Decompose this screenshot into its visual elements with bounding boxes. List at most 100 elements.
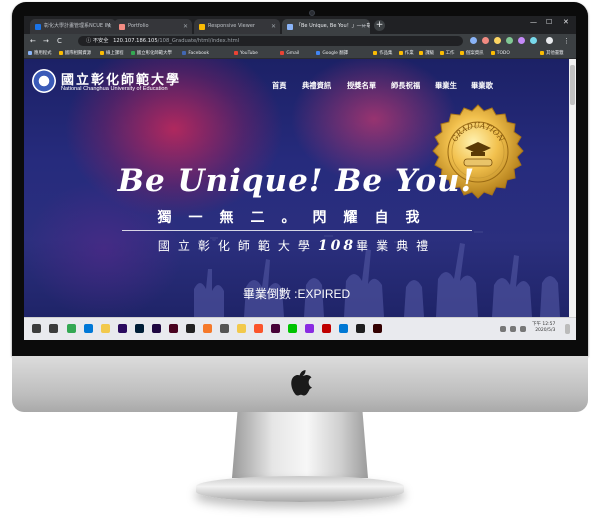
- tab-favicon-icon: [199, 24, 205, 30]
- imac-mockup: 「Be Unique, Be You！」——彰 ✕ Responsive Viewe…: [0, 0, 600, 518]
- extension-icon[interactable]: [506, 37, 513, 44]
- notification-icon[interactable]: [565, 324, 570, 334]
- nav-award-list[interactable]: 授獎名單: [347, 81, 376, 91]
- scrollbar-thumb[interactable]: [570, 65, 575, 105]
- page-scrollbar[interactable]: [569, 59, 576, 317]
- photoshop-icon[interactable]: [135, 324, 144, 333]
- monitor-stand: [232, 412, 368, 478]
- blender-icon[interactable]: [203, 324, 212, 333]
- profile-avatar[interactable]: [546, 37, 553, 44]
- maximize-button[interactable]: ☐: [546, 18, 552, 26]
- store-icon[interactable]: [220, 324, 229, 333]
- ceremony-suffix: 畢業典禮: [356, 239, 437, 253]
- edge-icon[interactable]: [84, 324, 93, 333]
- bookmark-item[interactable]: YouTube: [234, 49, 258, 58]
- new-tab-button[interactable]: +: [374, 20, 385, 31]
- close-tab-icon[interactable]: ✕: [271, 19, 276, 34]
- nav-graduation-song[interactable]: 畢業歌: [471, 81, 493, 91]
- minimize-button[interactable]: —: [530, 18, 537, 26]
- bookmark-item[interactable]: 作品集: [373, 49, 392, 58]
- graduation-countdown: 畢業倒數 :EXPIRED: [242, 287, 351, 301]
- line-icon[interactable]: [288, 324, 297, 333]
- bookmark-item[interactable]: 個案資訊: [460, 49, 484, 58]
- ime-icon[interactable]: [520, 326, 526, 332]
- tab-favicon-icon: [287, 24, 293, 30]
- bookmark-item[interactable]: 作業: [398, 49, 414, 58]
- tab-label: 彰化大學計畫管理系NCUE IM: [44, 23, 111, 29]
- close-tab-icon[interactable]: ✕: [183, 19, 188, 34]
- forward-button[interactable]: →: [43, 36, 49, 46]
- browser-tab[interactable]: Responsive Viewer ✕: [194, 19, 280, 34]
- bookmark-item[interactable]: 國立彰化師範大學: [130, 49, 172, 58]
- unity-icon[interactable]: [186, 324, 195, 333]
- windows-taskbar: 下午 12:57 2020/5/3: [24, 317, 576, 340]
- browser-tab[interactable]: 彰化大學計畫管理系NCUE IM ✕: [30, 19, 116, 34]
- browser-tab[interactable]: 「Be Unique, Be You！」——彰 ✕: [282, 19, 370, 34]
- explorer-icon[interactable]: [101, 324, 110, 333]
- ceremony-number: 108: [317, 238, 357, 254]
- chrome-icon[interactable]: [67, 324, 76, 333]
- browser-toolbar: ← → C ⓘ 不安全 120.107.186.105/108_Graduate…: [24, 34, 576, 48]
- menu-icon[interactable]: ⋮: [563, 36, 570, 46]
- nav-teacher-blessings[interactable]: 師長祝福: [391, 81, 420, 91]
- tab-favicon-icon: [119, 24, 125, 30]
- tab-favicon-icon: [35, 24, 41, 30]
- filezilla-icon[interactable]: [322, 324, 331, 333]
- extension-icon[interactable]: [494, 37, 501, 44]
- bookmark-item[interactable]: Google 翻譯: [316, 49, 348, 58]
- terminal-icon[interactable]: [356, 324, 365, 333]
- bookmark-item[interactable]: 線上課程: [100, 49, 124, 58]
- bookmarks-bar: 應用程式 國際相關資源 線上課程 國立彰化師範大學 Facebook YouTube Gma…: [24, 48, 576, 59]
- bookmark-item[interactable]: 其他書籤: [540, 49, 564, 58]
- bookmark-item[interactable]: Gmail: [280, 49, 299, 58]
- illustrator-icon[interactable]: [373, 324, 382, 333]
- browser-tab[interactable]: Portfolio ✕: [114, 19, 192, 34]
- indesign-icon[interactable]: [169, 324, 178, 333]
- close-tab-icon[interactable]: ✕: [361, 19, 366, 34]
- brave-icon[interactable]: [254, 324, 263, 333]
- extension-icon[interactable]: [470, 37, 477, 44]
- extension-icon[interactable]: [482, 37, 489, 44]
- tab-label: Responsive Viewer: [208, 23, 255, 29]
- bookmark-item[interactable]: TODO: [490, 49, 510, 58]
- bookmark-item[interactable]: 課級: [419, 49, 434, 58]
- address-host: 120.107.186.105: [113, 38, 158, 44]
- clock-date: 2020/5/3: [535, 328, 556, 333]
- apple-logo-icon: [291, 370, 312, 396]
- volume-icon[interactable]: [510, 326, 516, 332]
- monitor-foot: [196, 476, 404, 502]
- extension-icon[interactable]: [518, 37, 525, 44]
- close-window-button[interactable]: ✕: [563, 18, 569, 26]
- app-icon[interactable]: [305, 324, 314, 333]
- back-button[interactable]: ←: [30, 36, 36, 46]
- nav-home[interactable]: 首頁: [272, 81, 287, 91]
- university-logo[interactable]: 國立彰化師範大學 National Changhua University of…: [32, 69, 192, 95]
- address-bar[interactable]: ⓘ 不安全 120.107.186.105/108_Graduate/html/…: [78, 36, 463, 46]
- reload-button[interactable]: C: [57, 36, 62, 46]
- start-icon[interactable]: [32, 324, 41, 333]
- bookmark-item[interactable]: 國際相關資源: [58, 49, 91, 58]
- security-indicator[interactable]: ⓘ 不安全: [86, 38, 108, 44]
- graduation-web-page: 國立彰化師範大學 National Changhua University of…: [24, 59, 569, 317]
- premiere-icon[interactable]: [118, 324, 127, 333]
- address-path: /108_Graduate/html/index.html: [157, 38, 240, 44]
- bookmark-item[interactable]: 應用程式: [28, 49, 52, 58]
- bookmark-item[interactable]: Facebook: [182, 49, 209, 58]
- network-icon[interactable]: [500, 326, 506, 332]
- vscode-icon[interactable]: [339, 324, 348, 333]
- xd-icon[interactable]: [271, 324, 280, 333]
- university-seal-icon: [32, 69, 56, 93]
- extension-icon[interactable]: [530, 37, 537, 44]
- folder-icon[interactable]: [237, 324, 246, 333]
- bookmark-item[interactable]: 工作: [439, 49, 454, 58]
- search-icon[interactable]: [49, 324, 58, 333]
- screen: 「Be Unique, Be You！」——彰 ✕ Responsive Viewe…: [24, 16, 576, 340]
- tab-label: Portfolio: [128, 23, 149, 29]
- nav-ceremony-info[interactable]: 典禮資訊: [302, 81, 331, 91]
- system-clock[interactable]: 下午 12:57 2020/5/3: [532, 322, 555, 334]
- aftereffects-icon[interactable]: [152, 324, 161, 333]
- ceremony-title: 國立彰化師範大學108畢業典禮: [114, 237, 480, 254]
- nav-graduates[interactable]: 畢業生: [435, 81, 457, 91]
- headline: Be Unique! Be You!: [117, 163, 476, 199]
- close-tab-icon[interactable]: ✕: [107, 19, 112, 34]
